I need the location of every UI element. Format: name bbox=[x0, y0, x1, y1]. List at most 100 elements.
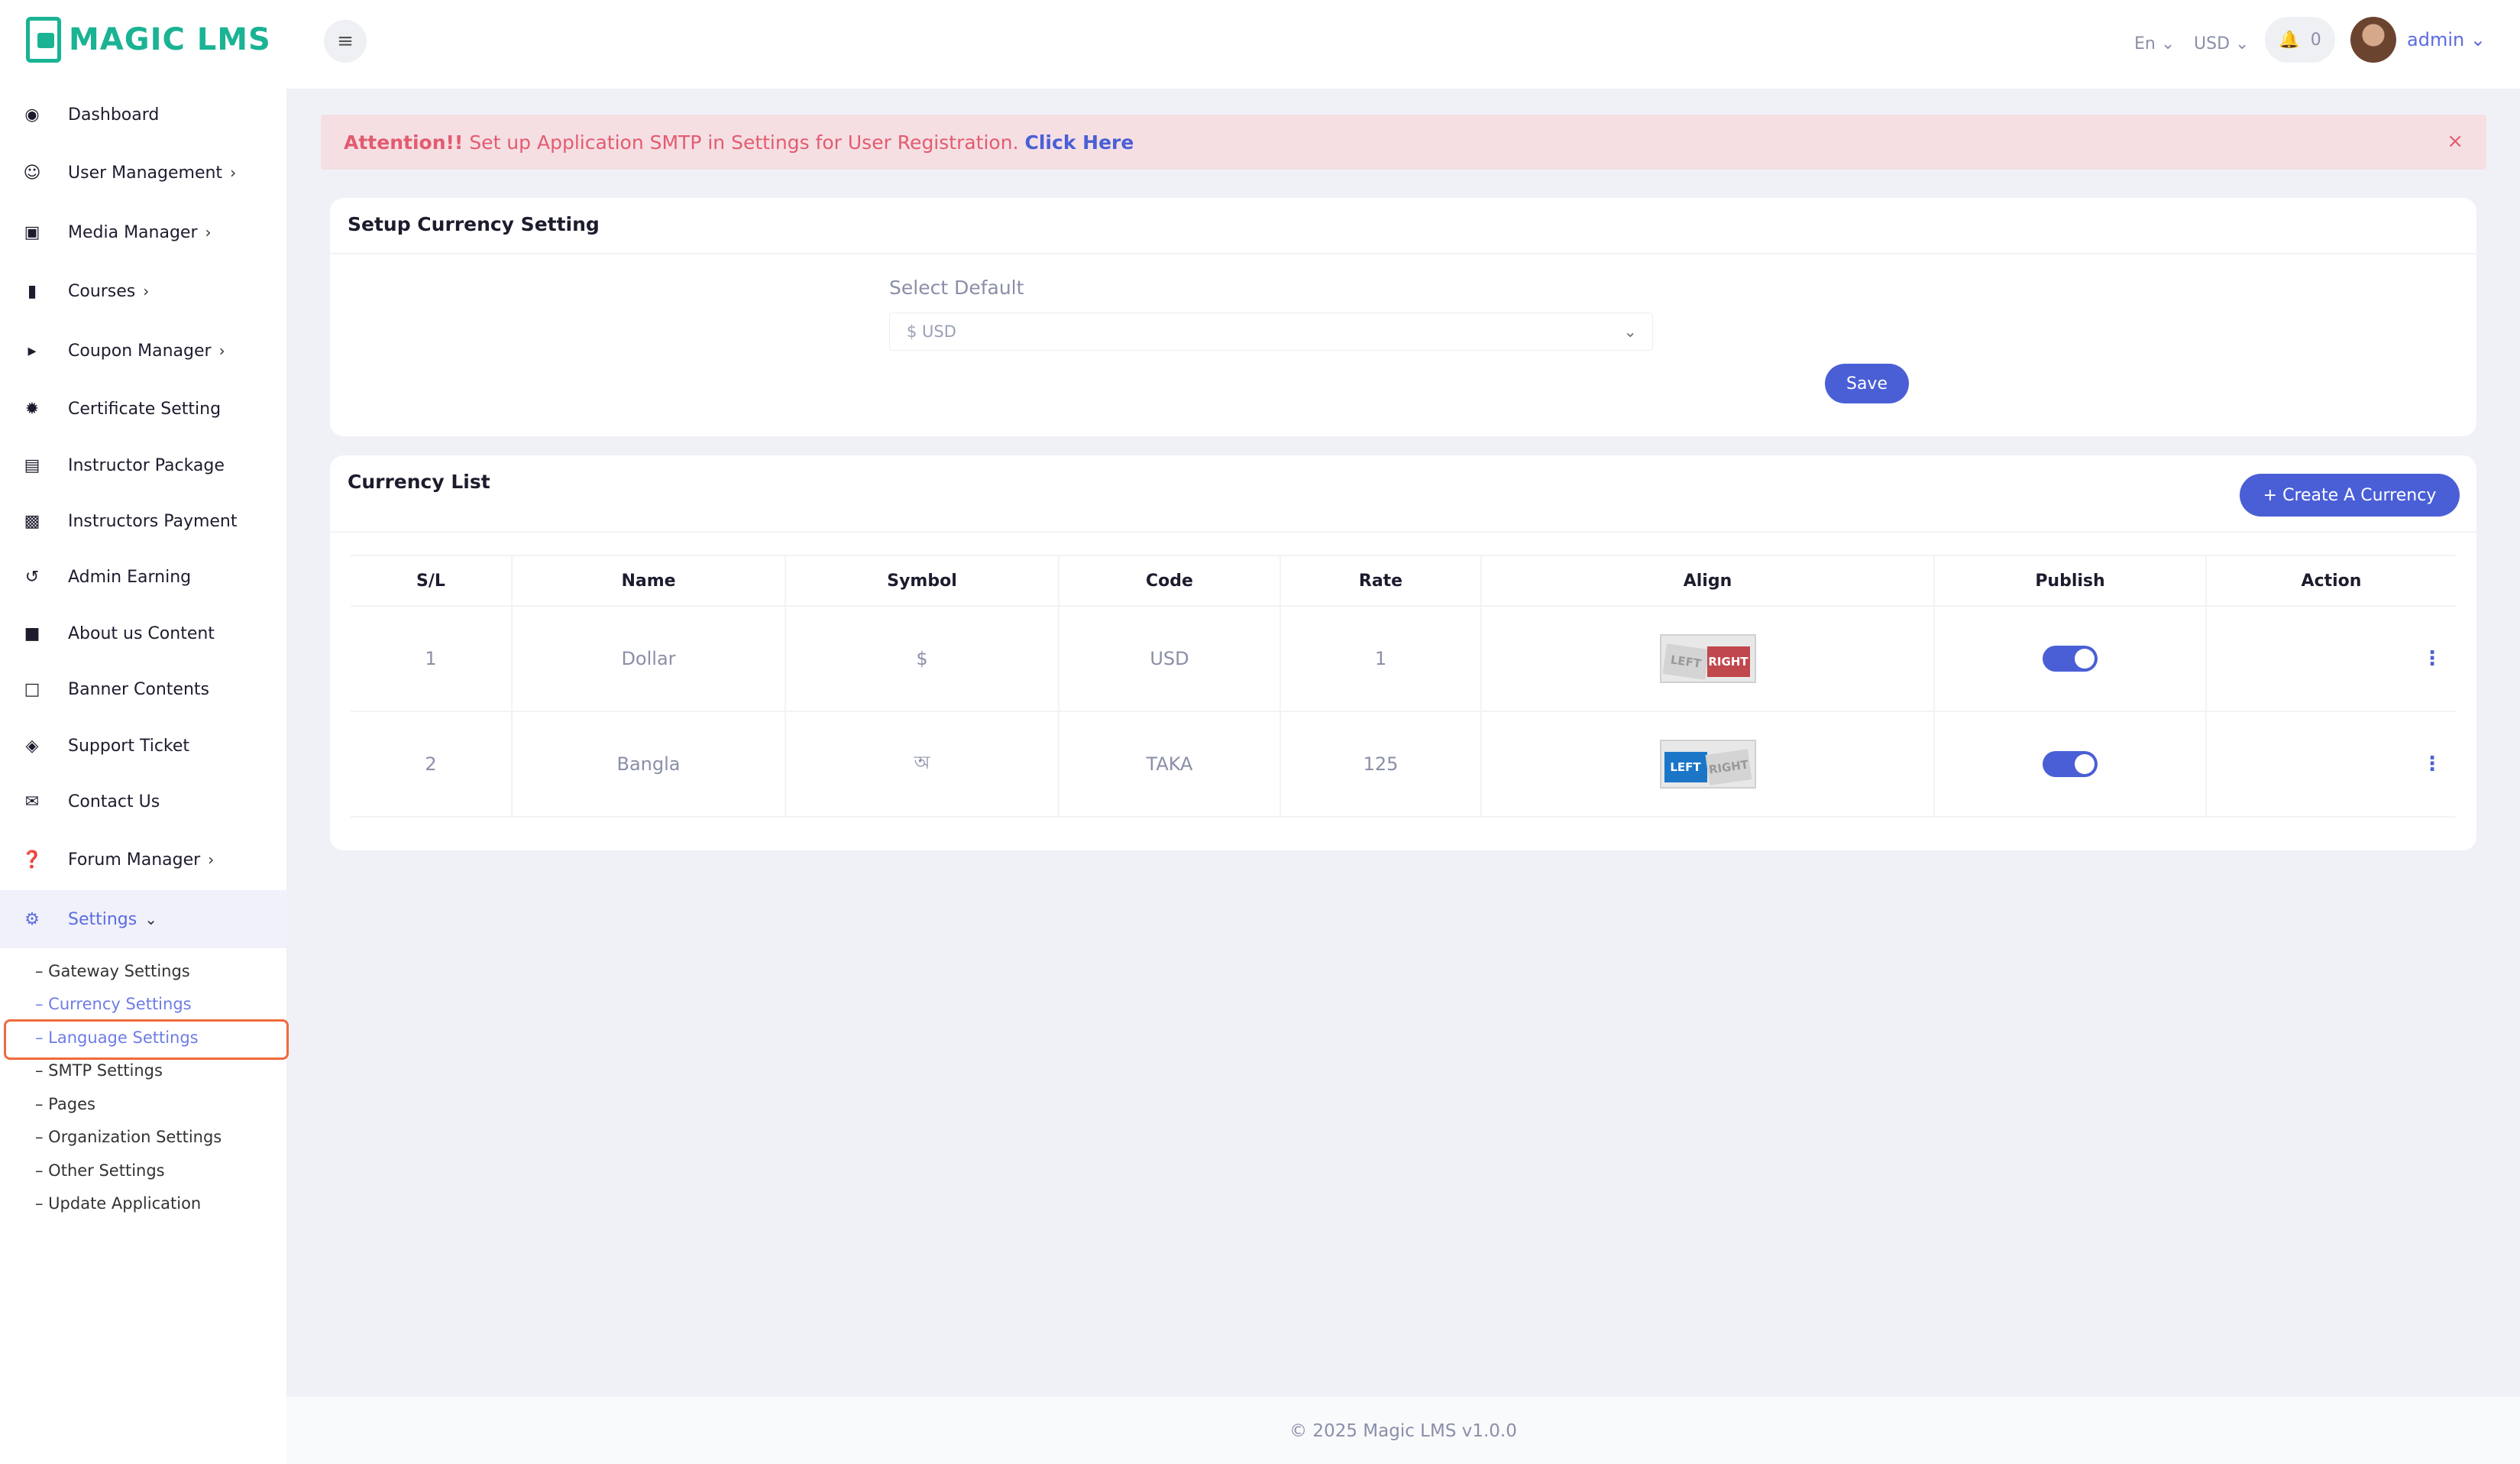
ticket-icon: ◈ bbox=[25, 736, 39, 756]
sidebar-item-certificate-setting[interactable]: ✹ Certificate Setting bbox=[0, 380, 286, 438]
notification-button[interactable]: 🔔 0 bbox=[2265, 17, 2335, 63]
note-icon: □ bbox=[24, 679, 40, 699]
topbar: ≡ bbox=[286, 0, 2520, 89]
certificate-icon: ✹ bbox=[24, 399, 40, 419]
sidebar-item-user-management[interactable]: ☺ User Management › bbox=[0, 144, 286, 202]
table-row: 2 Bangla অ TAKA 125 LEFT RIGHT ⋮ bbox=[351, 712, 2456, 818]
chevron-right-icon: › bbox=[205, 222, 212, 241]
brand-logo[interactable]: MAGIC LMS bbox=[26, 17, 271, 63]
sidebar-item-courses[interactable]: ▮ Courses › bbox=[0, 262, 286, 320]
column-header: Align bbox=[1482, 556, 1935, 605]
column-header: Publish bbox=[1935, 556, 2207, 605]
create-currency-button[interactable]: + Create A Currency bbox=[2240, 474, 2460, 517]
more-vertical-icon[interactable]: ⋮ bbox=[2422, 647, 2442, 670]
submenu-smtp-settings[interactable]: – SMTP Settings bbox=[35, 1061, 163, 1080]
cell-symbol: অ bbox=[786, 712, 1059, 816]
cell-sl: 1 bbox=[351, 607, 513, 711]
submenu-gateway-settings[interactable]: – Gateway Settings bbox=[35, 962, 190, 980]
sidebar-item-instructors-payment[interactable]: ▩ Instructors Payment bbox=[0, 492, 286, 550]
chevron-down-icon: ⌄ bbox=[144, 909, 157, 928]
book-icon: ▮ bbox=[27, 281, 37, 301]
sidebar-item-label: Settings ⌄ bbox=[68, 909, 157, 929]
publish-toggle[interactable] bbox=[2043, 751, 2098, 777]
footer: © 2025 Magic LMS v1.0.0 bbox=[286, 1395, 2520, 1464]
sidebar-item-contact-us[interactable]: ✉ Contact Us bbox=[0, 772, 286, 831]
sidebar-item-label: Forum Manager › bbox=[68, 850, 215, 870]
alert-message: Set up Application SMTP in Settings for … bbox=[469, 131, 1019, 154]
alert-link[interactable]: Click Here bbox=[1025, 131, 1134, 154]
sidebar-item-label: User Management › bbox=[68, 163, 237, 183]
default-currency-select[interactable]: $ USD ⌄ bbox=[889, 313, 1653, 351]
sidebar-item-instructor-package[interactable]: ▤ Instructor Package bbox=[0, 436, 286, 494]
sidebar-item-media-manager[interactable]: ▣ Media Manager › bbox=[0, 203, 286, 261]
currency-list-card: Currency List + Create A Currency S/L Na… bbox=[330, 455, 2476, 850]
column-header: Action bbox=[2301, 571, 2362, 591]
language-selector[interactable]: En ⌄ bbox=[2134, 34, 2175, 53]
megaphone-icon: ▸ bbox=[27, 341, 37, 361]
submenu-pages[interactable]: – Pages bbox=[35, 1095, 95, 1113]
sidebar-item-label: Media Manager › bbox=[68, 222, 212, 242]
sidebar-item-settings[interactable]: ⚙ Settings ⌄ bbox=[0, 890, 286, 948]
sidebar-item-banner-contents[interactable]: □ Banner Contents bbox=[0, 660, 286, 718]
align-rtl-image: LEFT RIGHT bbox=[1659, 634, 1756, 683]
cell-action: ⋮ bbox=[2207, 712, 2456, 816]
chevron-right-icon: › bbox=[208, 850, 215, 869]
hamburger-icon: ≡ bbox=[337, 30, 354, 53]
brand-name: MAGIC LMS bbox=[69, 22, 271, 57]
sidebar-item-dashboard[interactable]: ◉ Dashboard bbox=[0, 86, 286, 144]
chevron-down-icon: ⌄ bbox=[2230, 34, 2250, 53]
notification-count: 0 bbox=[2310, 30, 2321, 50]
user-menu[interactable]: admin ⌄ bbox=[2407, 29, 2486, 50]
currency-selector[interactable]: USD ⌄ bbox=[2194, 34, 2249, 53]
cell-align: LEFT RIGHT bbox=[1482, 712, 1935, 816]
sidebar-item-coupon-manager[interactable]: ▸ Coupon Manager › bbox=[0, 322, 286, 380]
divider bbox=[330, 253, 2476, 254]
sidebar-item-label: Instructor Package bbox=[68, 455, 225, 475]
save-button[interactable]: Save bbox=[1825, 364, 1909, 403]
sidebar-item-label: Contact Us bbox=[68, 792, 160, 811]
smtp-alert: Attention!! Set up Application SMTP in S… bbox=[321, 115, 2486, 170]
column-header: Rate bbox=[1281, 556, 1482, 605]
sidebar-item-label: Coupon Manager › bbox=[68, 341, 225, 361]
publish-toggle[interactable] bbox=[2043, 646, 2098, 672]
sidebar: MAGIC LMS ◉ Dashboard ☺ User Management ›… bbox=[0, 0, 289, 1464]
column-header: S/L bbox=[351, 556, 513, 605]
cell-publish bbox=[1935, 607, 2207, 711]
dashboard-icon: ◉ bbox=[24, 105, 40, 125]
sidebar-item-forum-manager[interactable]: ❓ Forum Manager › bbox=[0, 831, 286, 889]
sidebar-item-label: Certificate Setting bbox=[68, 399, 222, 419]
cell-code: TAKA bbox=[1059, 712, 1281, 816]
sidebar-item-support-ticket[interactable]: ◈ Support Ticket bbox=[0, 717, 286, 775]
sidebar-item-label: Dashboard bbox=[68, 105, 160, 125]
cell-name: Dollar bbox=[513, 607, 786, 711]
chevron-right-icon: › bbox=[218, 341, 225, 360]
sidebar-item-label: Banner Contents bbox=[68, 679, 209, 699]
submenu-update-application[interactable]: – Update Application bbox=[35, 1194, 201, 1213]
cell-symbol: $ bbox=[786, 607, 1059, 711]
cell-publish bbox=[1935, 712, 2207, 816]
more-vertical-icon[interactable]: ⋮ bbox=[2422, 753, 2442, 776]
menu-toggle-button[interactable]: ≡ bbox=[324, 20, 367, 63]
question-circle-icon: ❓ bbox=[21, 850, 43, 870]
chevron-down-icon: ⌄ bbox=[2155, 34, 2175, 53]
sidebar-item-admin-earning[interactable]: ↺ Admin Earning bbox=[0, 548, 286, 606]
avatar[interactable] bbox=[2350, 17, 2396, 63]
select-default-label: Select Default bbox=[889, 277, 1024, 299]
cell-action: ⋮ bbox=[2207, 607, 2456, 711]
submenu-currency-settings[interactable]: – Currency Settings bbox=[35, 995, 192, 1013]
currency-table: S/L Name Symbol Code Rate Align Publish … bbox=[351, 555, 2456, 818]
cell-name: Bangla bbox=[513, 712, 786, 816]
align-ltr-image: LEFT RIGHT bbox=[1659, 740, 1756, 789]
history-icon: ↺ bbox=[24, 567, 40, 587]
copyright-text: © 2025 Magic LMS v1.0.0 bbox=[1289, 1421, 1517, 1441]
sidebar-item-label: Instructors Payment bbox=[68, 511, 238, 531]
chevron-right-icon: › bbox=[230, 163, 237, 182]
sidebar-item-about-us-content[interactable]: ■ About us Content bbox=[0, 604, 286, 662]
sidebar-item-label: Admin Earning bbox=[68, 567, 192, 587]
cell-sl: 2 bbox=[351, 712, 513, 816]
highlight-outline bbox=[4, 1019, 289, 1060]
submenu-organization-settings[interactable]: – Organization Settings bbox=[35, 1128, 222, 1146]
submenu-other-settings[interactable]: – Other Settings bbox=[35, 1161, 165, 1180]
sidebar-item-label: About us Content bbox=[68, 623, 215, 643]
close-icon[interactable]: × bbox=[2447, 130, 2463, 153]
